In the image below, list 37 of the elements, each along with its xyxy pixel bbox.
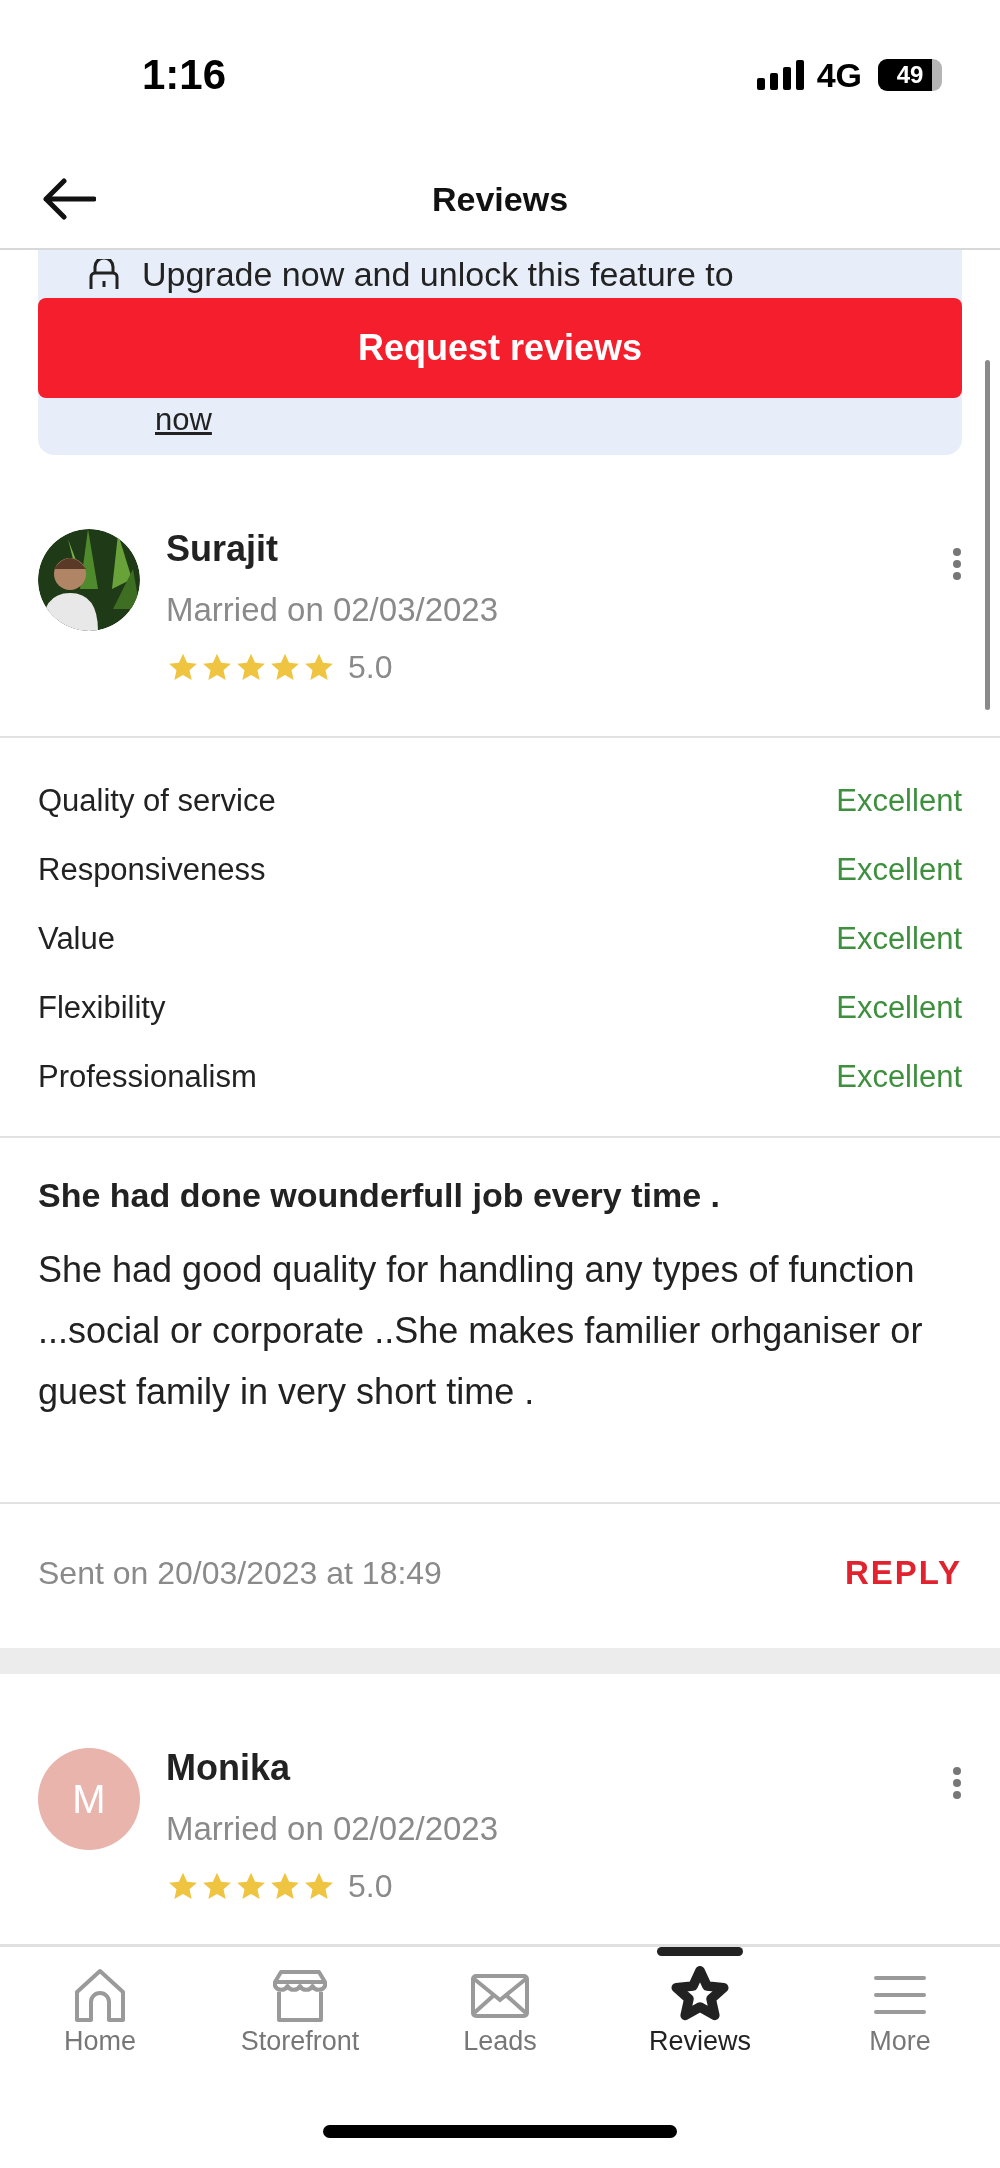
request-reviews-button[interactable]: Request reviews: [38, 298, 962, 398]
avatar: M: [38, 1748, 140, 1850]
criterion-value: Excellent: [836, 989, 962, 1027]
criterion-label: Flexibility: [38, 989, 166, 1027]
wedding-date: Married on 02/03/2023: [166, 591, 500, 629]
criterion-label: Value: [38, 920, 115, 958]
tab[interactable]: Leads: [400, 1947, 600, 2087]
criterion-value: Excellent: [836, 782, 962, 820]
sent-date: Sent on 20/03/2023 at 18:49: [38, 1554, 442, 1592]
rating-score: 5.0: [348, 1868, 393, 1905]
reply-link[interactable]: REPLY: [845, 1554, 962, 1592]
more-options-icon[interactable]: [952, 547, 962, 581]
rating-score: 5.0: [348, 649, 393, 686]
upgrade-link[interactable]: now: [155, 402, 212, 438]
tab[interactable]: Storefront: [200, 1947, 400, 2087]
criterion-value: Excellent: [836, 851, 962, 889]
reviewer-name: Surajit: [166, 529, 280, 569]
wedding-date: Married on 02/02/2023: [166, 1810, 500, 1848]
page-title: Reviews: [431, 179, 569, 219]
signal-icon: [756, 60, 807, 90]
criterion-label: Professionalism: [38, 1058, 257, 1096]
criterion-label: Responsiveness: [38, 851, 266, 889]
tab[interactable]: Home: [0, 1947, 200, 2087]
upgrade-text: Upgrade now and unlock this feature to: [142, 254, 734, 294]
back-icon[interactable]: [42, 177, 96, 221]
reviewer-name: Monika: [166, 1748, 292, 1788]
review-title: She had done wounderfull job every time .: [38, 1176, 721, 1215]
review-text: She had good quality for handling any types of function ...social or corporate ..She makes familier orhganiser or guest family in very short time .: [38, 1248, 924, 1414]
battery-indicator: 49: [878, 59, 942, 91]
network-label: 4G: [816, 55, 862, 95]
tab[interactable]: More: [800, 1947, 1000, 2087]
status-time: 1:16: [142, 51, 227, 99]
criterion-label: Quality of service: [38, 782, 276, 820]
more-options-icon[interactable]: [952, 1766, 962, 1800]
criterion-value: Excellent: [836, 920, 962, 958]
tab[interactable]: Reviews: [600, 1947, 800, 2087]
criterion-value: Excellent: [836, 1058, 962, 1096]
